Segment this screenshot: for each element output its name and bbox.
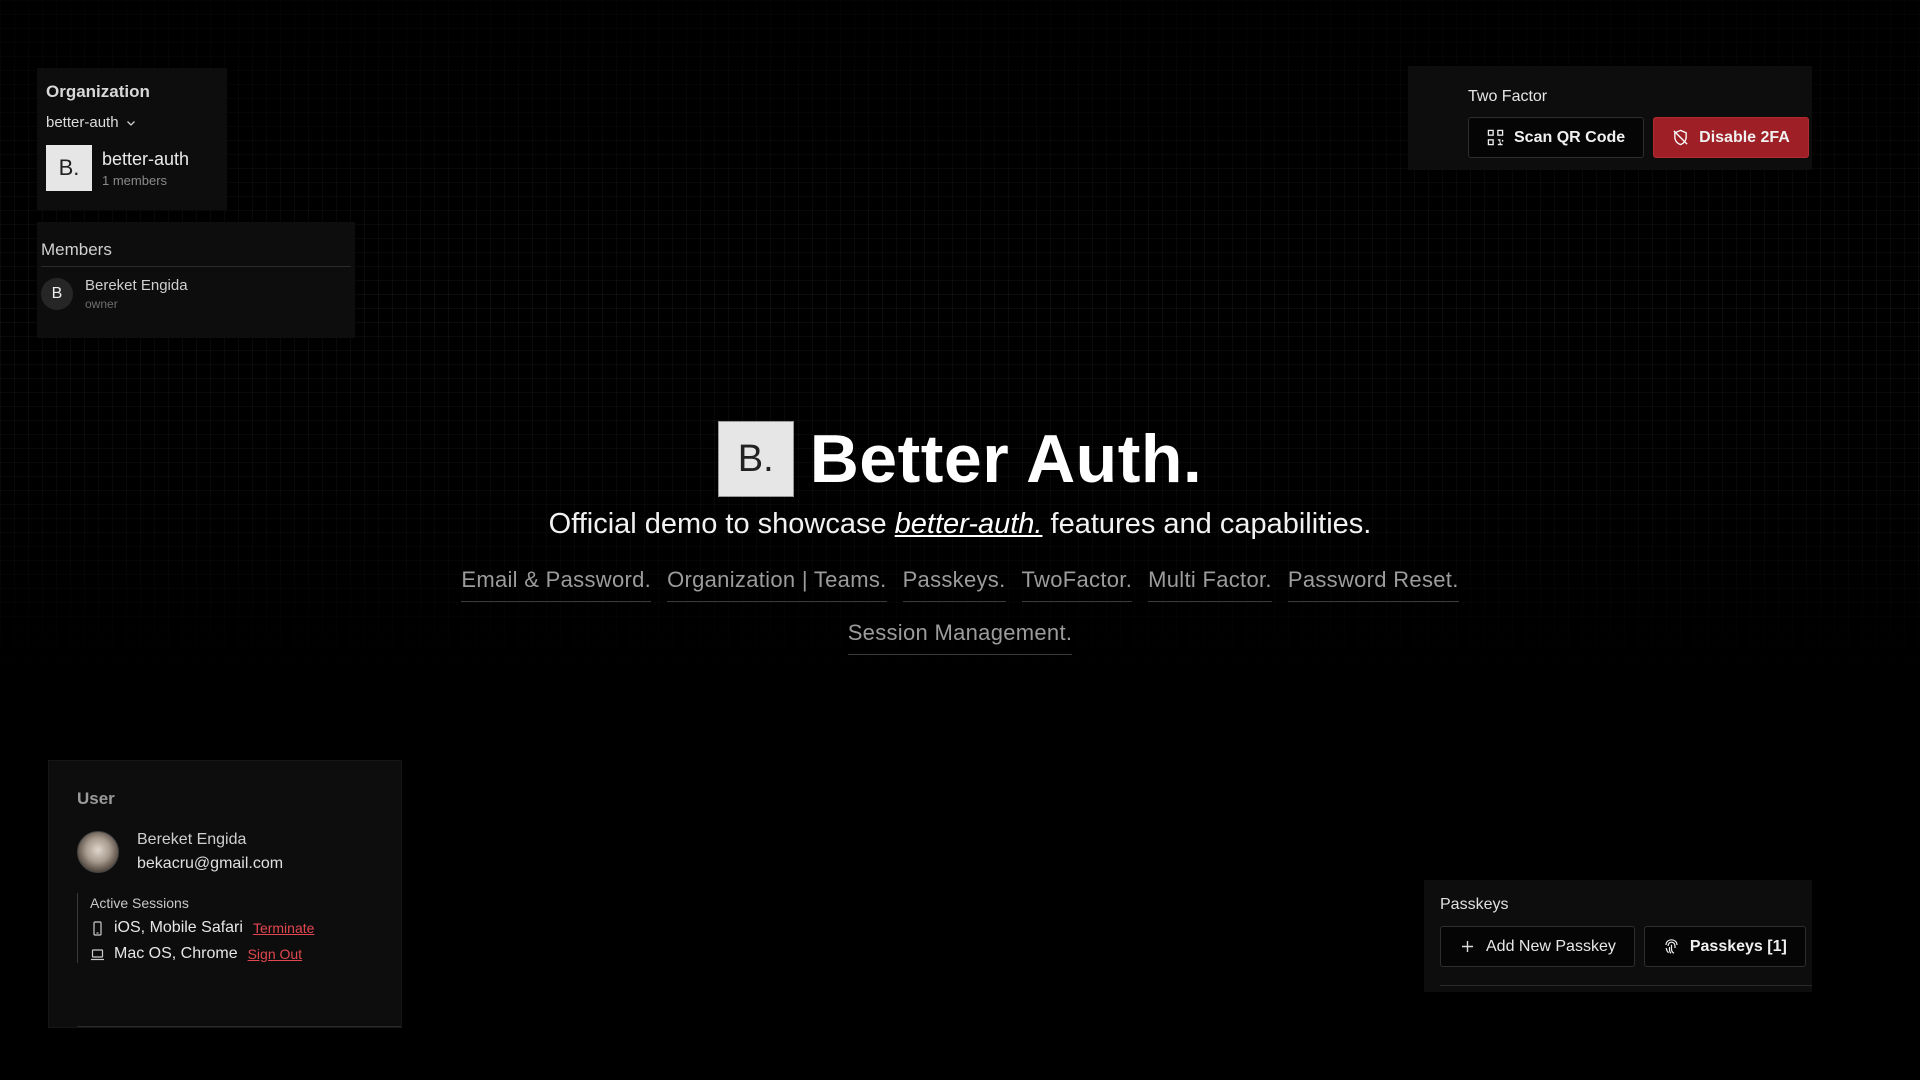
feature-item: TwoFactor. xyxy=(1021,567,1133,602)
feature-item: Organization | Teams. xyxy=(667,567,887,602)
active-sessions: Active Sessions iOS, Mobile Safari Termi… xyxy=(77,893,401,963)
feature-item: Session Management. xyxy=(847,620,1073,655)
feature-list: Email & Password. Organization | Teams. … xyxy=(430,567,1490,655)
scan-qr-code-button[interactable]: Scan QR Code xyxy=(1468,117,1645,158)
hero-subtitle: Official demo to showcase better-auth. f… xyxy=(0,508,1920,541)
organization-title: Organization xyxy=(46,82,150,101)
passkeys-list-label: Passkeys [1] xyxy=(1689,937,1787,955)
add-new-passkey-label: Add New Passkey xyxy=(1486,937,1616,955)
user-title: User xyxy=(77,789,115,808)
session-row: Mac OS, Chrome Sign Out xyxy=(90,945,401,963)
divider xyxy=(77,1026,401,1027)
active-sessions-title: Active Sessions xyxy=(90,895,189,911)
organization-select[interactable]: better-auth xyxy=(46,114,218,131)
two-factor-title: Two Factor xyxy=(1468,88,1548,105)
hero-subtitle-before: Official demo to showcase xyxy=(548,508,887,540)
two-factor-card: Two Factor Scan QR Code Disable 2FA xyxy=(1408,66,1812,170)
laptop-icon xyxy=(91,948,104,960)
organization-card: Organization better-auth B. better-auth … xyxy=(37,68,227,210)
terminate-session-link[interactable]: Terminate xyxy=(253,920,314,936)
scan-qr-code-label: Scan QR Code xyxy=(1514,128,1626,146)
session-row: iOS, Mobile Safari Terminate xyxy=(90,919,401,937)
phone-icon xyxy=(93,920,102,936)
shield-off-icon xyxy=(1673,129,1688,146)
disable-2fa-button[interactable]: Disable 2FA xyxy=(1653,117,1809,158)
passkeys-card: Passkeys Add New Passkey Passkeys [1] xyxy=(1424,880,1812,992)
divider xyxy=(1440,985,1812,986)
hero-title: Better Auth. xyxy=(809,421,1203,497)
hero-logo: B. xyxy=(717,421,794,497)
session-device: iOS, Mobile Safari xyxy=(114,919,243,936)
sign-out-link[interactable]: Sign Out xyxy=(248,946,302,962)
member-row: B Bereket Engida owner xyxy=(41,277,351,311)
qr-code-icon xyxy=(1487,129,1504,146)
fingerprint-icon xyxy=(1665,939,1678,954)
member-avatar: B xyxy=(41,278,73,310)
user-email: bekacru@gmail.com xyxy=(137,855,284,872)
organization-select-value: better-auth xyxy=(46,114,119,131)
hero-subtitle-after: features and capabilities. xyxy=(1050,508,1372,540)
organization-member-count: 1 members xyxy=(102,172,168,188)
members-card: Members B Bereket Engida owner xyxy=(37,222,355,338)
feature-item: Passkeys. xyxy=(902,567,1006,602)
organization-logo: B. xyxy=(46,145,92,191)
feature-item: Multi Factor. xyxy=(1148,567,1272,602)
passkeys-title: Passkeys xyxy=(1440,896,1509,913)
member-role: owner xyxy=(85,297,118,311)
chevron-down-icon xyxy=(126,120,135,126)
members-title: Members xyxy=(41,240,351,267)
add-new-passkey-button[interactable]: Add New Passkey xyxy=(1440,926,1635,967)
session-device: Mac OS, Chrome xyxy=(114,945,238,962)
better-auth-link[interactable]: better-auth. xyxy=(895,508,1043,540)
user-name: Bereket Engida xyxy=(137,831,247,848)
hero-section: B. Better Auth. Official demo to showcas… xyxy=(0,420,1920,655)
plus-icon xyxy=(1462,941,1473,952)
user-card: User Bereket Engida bekacru@gmail.com Ac… xyxy=(48,760,402,1028)
passkeys-list-button[interactable]: Passkeys [1] xyxy=(1643,926,1806,967)
disable-2fa-label: Disable 2FA xyxy=(1699,128,1790,146)
organization-info: B. better-auth 1 members xyxy=(46,145,218,191)
feature-item: Email & Password. xyxy=(461,567,652,602)
feature-item: Password Reset. xyxy=(1287,567,1459,602)
user-avatar xyxy=(77,831,119,873)
organization-name: better-auth xyxy=(102,148,190,169)
member-name: Bereket Engida xyxy=(85,277,188,294)
